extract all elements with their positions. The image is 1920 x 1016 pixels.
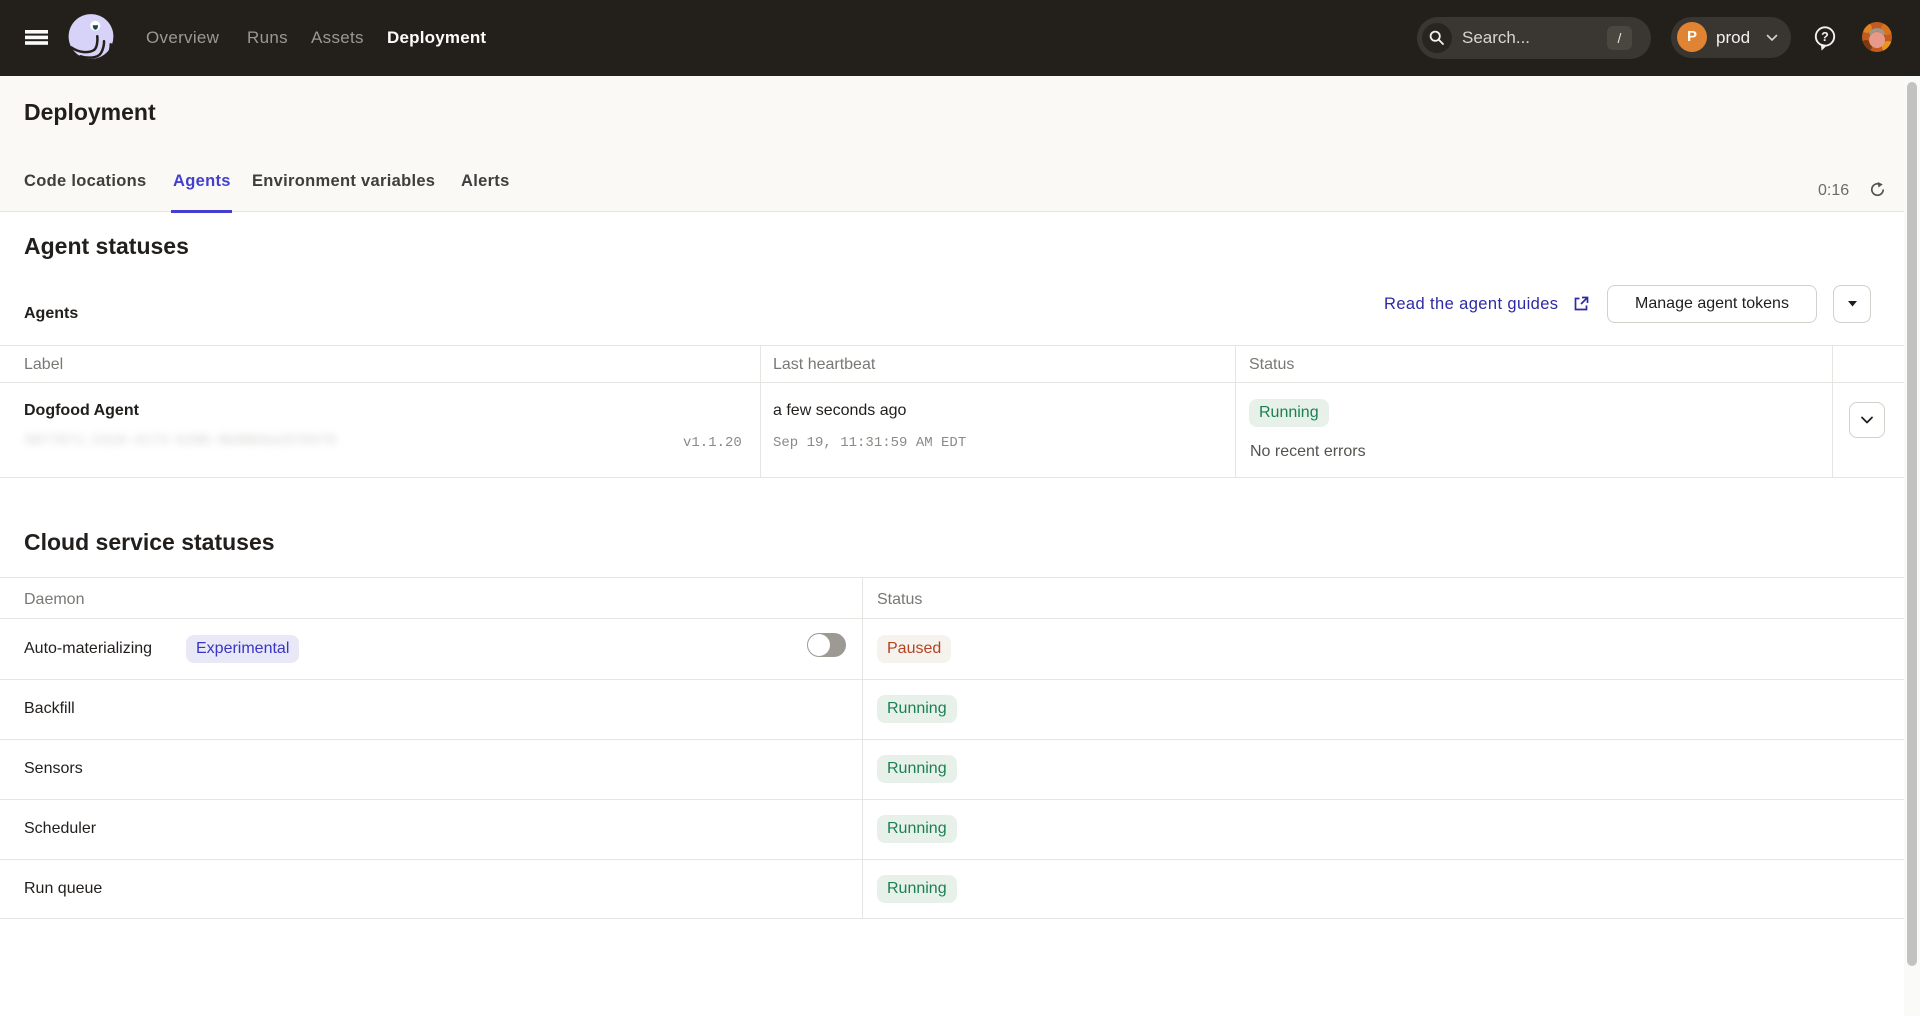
- svg-text:?: ?: [1821, 30, 1829, 44]
